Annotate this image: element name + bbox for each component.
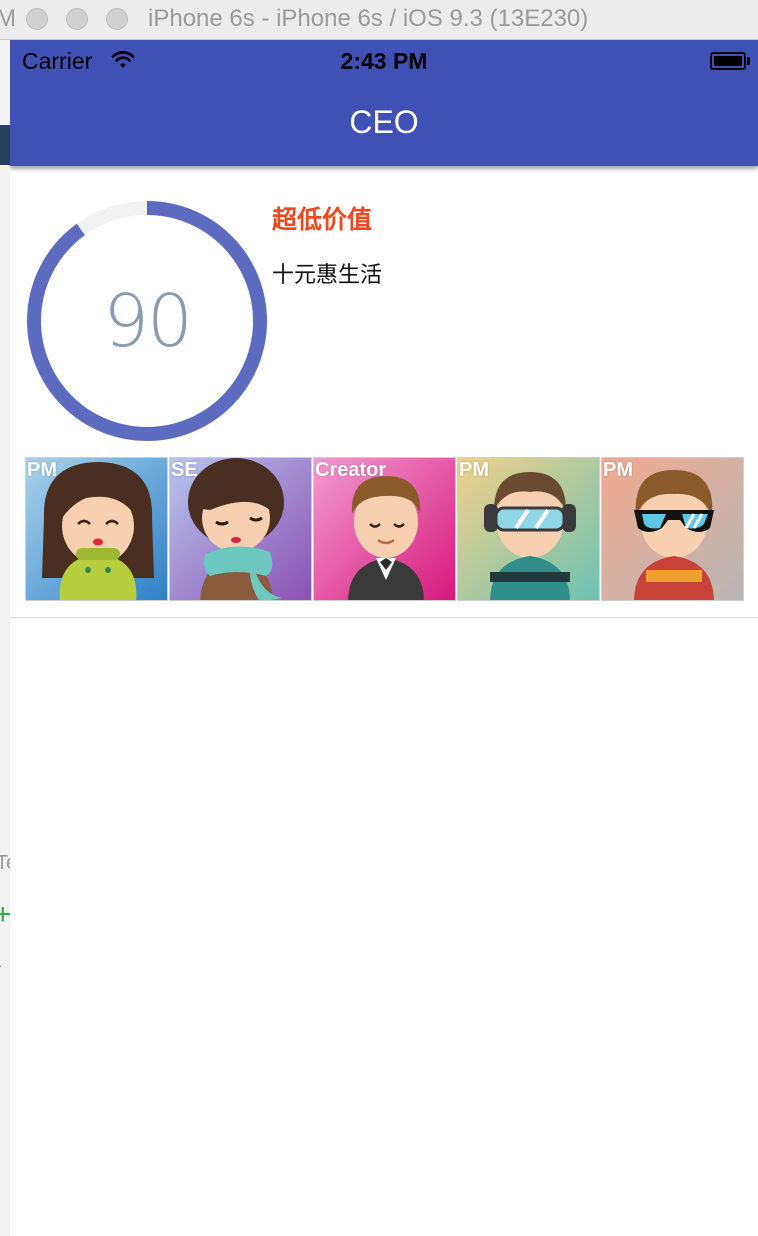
team-member-role: Creator xyxy=(315,459,387,481)
status-time: 2:43 PM xyxy=(340,48,428,74)
battery-icon xyxy=(710,52,750,70)
background-window-strip: Te + › xyxy=(0,40,17,1236)
team-member-tile[interactable]: SE xyxy=(169,457,312,601)
promo-title: 超低价值 xyxy=(272,205,373,234)
team-member-role: PM xyxy=(459,459,489,481)
navigation-bar: Carrier 2:43 PM CEO xyxy=(10,40,758,166)
team-avatar-row: PM SE Creator PM PM xyxy=(25,457,745,601)
page-title: CEO xyxy=(349,104,419,140)
window-close-button[interactable] xyxy=(26,8,48,30)
window-minimize-button[interactable] xyxy=(66,8,88,30)
section-divider xyxy=(10,617,758,618)
team-member-tile[interactable]: Creator xyxy=(313,457,456,601)
team-member-role: PM xyxy=(27,459,57,481)
simulator-titlebar: M iPhone 6s - iPhone 6s / iOS 9.3 (13E23… xyxy=(0,0,758,40)
team-member-tile[interactable]: PM xyxy=(457,457,600,601)
simulator-window-title: iPhone 6s - iPhone 6s / iOS 9.3 (13E230) xyxy=(148,5,589,32)
background-window-fragment: M xyxy=(0,5,16,32)
background-close-icon: › xyxy=(0,950,2,980)
phone-screen: Carrier 2:43 PM CEO 90 超低价值 十元惠生活 PM SE … xyxy=(10,40,758,1236)
team-member-role: PM xyxy=(603,459,633,481)
promo-subtitle: 十元惠生活 xyxy=(272,263,383,288)
window-zoom-button[interactable] xyxy=(106,8,128,30)
team-member-tile[interactable]: PM xyxy=(601,457,744,601)
gauge-value: 90 xyxy=(103,279,193,363)
background-window-bar xyxy=(0,125,10,165)
team-member-role: SE xyxy=(171,459,198,481)
progress-gauge: 90 xyxy=(26,200,268,442)
team-member-tile[interactable]: PM xyxy=(25,457,168,601)
